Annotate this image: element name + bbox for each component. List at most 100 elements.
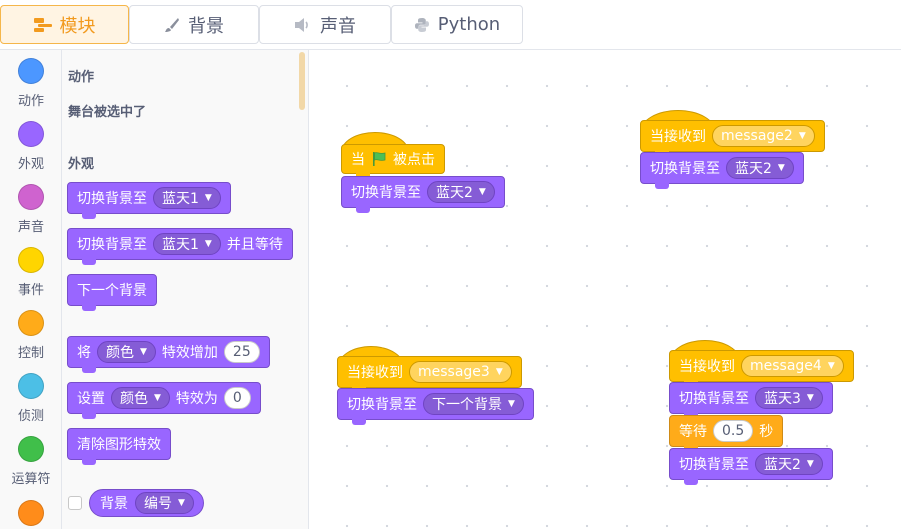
- hat-text: 当接收到: [347, 365, 403, 381]
- dropdown-value: message4: [750, 358, 822, 374]
- caret-down-icon: ▼: [495, 367, 503, 377]
- when-receive-message2-block[interactable]: 当接收到 message2 ▼: [640, 120, 825, 157]
- tab-python[interactable]: Python: [391, 5, 523, 44]
- dropdown-value: 蓝天3: [764, 391, 801, 407]
- block-notch: [82, 213, 96, 219]
- block-text: 切换背景至: [77, 237, 147, 253]
- category-sound[interactable]: 声音: [0, 184, 62, 235]
- backdrop-dropdown[interactable]: 蓝天2 ▼: [427, 181, 495, 203]
- category-operators[interactable]: 运算符: [0, 436, 62, 487]
- effect-amount-input[interactable]: 25: [223, 341, 260, 363]
- switch-backdrop-block[interactable]: 切换背景至 下一个背景 ▼: [337, 388, 534, 425]
- message-dropdown[interactable]: message4 ▼: [741, 355, 844, 377]
- dropdown-value: 编号: [144, 496, 172, 512]
- tab-python-label: Python: [437, 14, 501, 35]
- palette-switch-backdrop-wait-block[interactable]: 切换背景至 蓝天1 ▼ 并且等待: [67, 228, 293, 265]
- dropdown-value: 蓝天2: [735, 161, 772, 177]
- tab-sounds-label: 声音: [320, 15, 356, 37]
- switch-backdrop-block[interactable]: 切换背景至 蓝天2 ▼: [669, 448, 833, 485]
- block-suffix: 秒: [759, 424, 774, 440]
- block-text: 切换背景至: [351, 185, 421, 201]
- palette-switch-backdrop-block[interactable]: 切换背景至 蓝天1 ▼: [67, 182, 231, 219]
- caret-down-icon: ▼: [806, 459, 814, 469]
- control-color-dot: [18, 310, 44, 336]
- variables-color-dot: [18, 500, 44, 526]
- caret-down-icon: ▼: [478, 187, 486, 197]
- dropdown-value: message3: [418, 364, 490, 380]
- backdrop-dropdown[interactable]: 蓝天2 ▼: [755, 453, 823, 475]
- effect-dropdown[interactable]: 颜色 ▼: [97, 341, 156, 363]
- caret-down-icon: ▼: [204, 193, 212, 203]
- category-motion[interactable]: 动作: [0, 58, 62, 109]
- operators-color-dot: [18, 436, 44, 462]
- backdrop-dropdown[interactable]: 下一个背景 ▼: [423, 393, 524, 415]
- switch-backdrop-block[interactable]: 切换背景至 蓝天2 ▼: [640, 152, 804, 189]
- caret-down-icon: ▼: [204, 239, 212, 249]
- palette-change-effect-block[interactable]: 将 颜色 ▼ 特效增加 25: [67, 336, 270, 373]
- backdrop-property-dropdown[interactable]: 编号 ▼: [135, 492, 194, 514]
- block-prefix: 将: [77, 345, 91, 361]
- block-prefix: 设置: [77, 391, 105, 407]
- category-sensing-label: 侦测: [17, 409, 44, 424]
- caret-down-icon: ▼: [508, 399, 515, 409]
- backdrop-dropdown[interactable]: 蓝天1 ▼: [153, 187, 221, 209]
- dropdown-value: 颜色: [120, 391, 148, 407]
- effect-value-input[interactable]: 0: [223, 387, 251, 409]
- category-motion-label: 动作: [17, 94, 44, 109]
- palette-set-effect-block[interactable]: 设置 颜色 ▼ 特效为 0: [67, 382, 261, 419]
- effect-dropdown[interactable]: 颜色 ▼: [111, 387, 170, 409]
- category-sensing[interactable]: 侦测: [0, 373, 62, 424]
- block-notch: [82, 259, 96, 265]
- palette-section-motion: 动作: [68, 70, 95, 85]
- when-receive-message3-block[interactable]: 当接收到 message3 ▼: [337, 356, 522, 393]
- block-prefix: 等待: [679, 424, 707, 440]
- category-control-label: 控制: [17, 346, 44, 361]
- python-icon: [414, 17, 430, 33]
- speaker-icon: [294, 17, 312, 32]
- reporter-text: 背景: [100, 496, 128, 512]
- palette-clear-effects-block[interactable]: 清除图形特效: [67, 428, 171, 465]
- when-receive-message4-block[interactable]: 当接收到 message4 ▼: [669, 350, 854, 387]
- tab-sounds[interactable]: 声音: [259, 5, 391, 44]
- switch-backdrop-block[interactable]: 切换背景至 蓝天2 ▼: [341, 176, 505, 213]
- category-variables[interactable]: [0, 500, 62, 526]
- backdrop-dropdown[interactable]: 蓝天1 ▼: [153, 233, 221, 255]
- category-looks[interactable]: 外观: [0, 121, 62, 172]
- caret-down-icon: ▼: [798, 131, 806, 141]
- category-events[interactable]: 事件: [0, 247, 62, 298]
- when-flag-clicked-block[interactable]: 当 被点击: [341, 144, 445, 179]
- hat-prefix: 当: [351, 152, 365, 168]
- block-notch: [82, 413, 96, 419]
- block-notch: [82, 459, 96, 465]
- top-tab-bar: 模块 背景 声音 Python: [0, 0, 901, 50]
- palette-backdrop-reporter[interactable]: 背景 编号 ▼: [89, 489, 204, 517]
- wait-seconds-block[interactable]: 等待 0.5 秒: [669, 415, 784, 452]
- switch-backdrop-block[interactable]: 切换背景至 蓝天3 ▼: [669, 382, 833, 419]
- dropdown-value: 蓝天2: [436, 185, 473, 201]
- message-dropdown[interactable]: message2 ▼: [712, 125, 815, 147]
- palette-next-backdrop-block[interactable]: 下一个背景: [67, 274, 157, 311]
- dropdown-value: message2: [721, 128, 793, 144]
- wait-seconds-input[interactable]: 0.5: [713, 420, 754, 442]
- tab-backdrops-label: 背景: [188, 15, 224, 37]
- green-flag-icon: [371, 151, 387, 167]
- hat-suffix: 被点击: [393, 152, 435, 168]
- motion-color-dot: [18, 58, 44, 84]
- tab-blocks[interactable]: 模块: [0, 5, 129, 44]
- caret-down-icon: ▼: [140, 347, 147, 357]
- backdrop-reporter-checkbox[interactable]: [68, 496, 82, 510]
- tab-backdrops[interactable]: 背景: [129, 5, 259, 44]
- dropdown-value: 蓝天1: [162, 191, 199, 207]
- category-control[interactable]: 控制: [0, 310, 62, 361]
- backdrop-dropdown[interactable]: 蓝天3 ▼: [755, 387, 823, 409]
- backdrop-dropdown[interactable]: 蓝天2 ▼: [726, 157, 794, 179]
- looks-color-dot: [18, 121, 44, 147]
- message-dropdown[interactable]: message3 ▼: [409, 361, 512, 383]
- palette-section-looks: 外观: [68, 157, 95, 172]
- caret-down-icon: ▼: [827, 361, 835, 371]
- caret-down-icon: ▼: [777, 163, 785, 173]
- category-looks-label: 外观: [17, 157, 44, 172]
- block-suffix: 并且等待: [226, 237, 283, 253]
- block-notch: [684, 479, 698, 485]
- palette-scrollbar[interactable]: [299, 52, 305, 110]
